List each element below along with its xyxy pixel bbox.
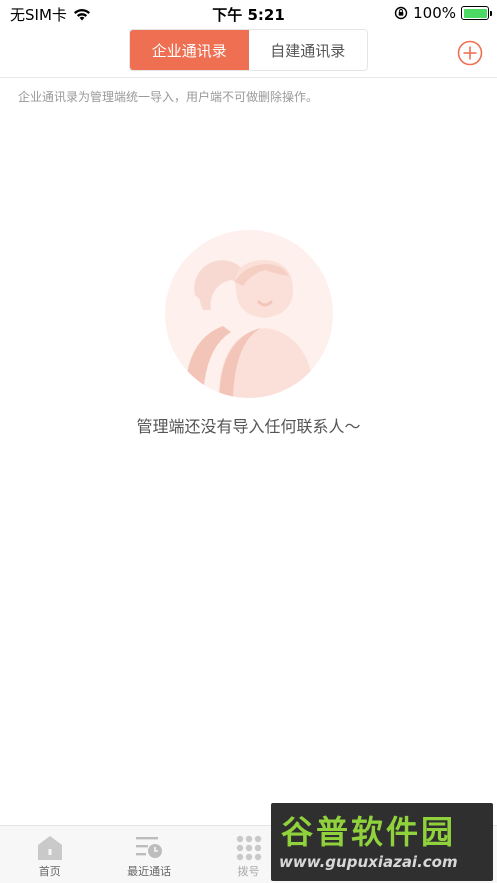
tab-personal-contacts[interactable]: 自建通讯录	[248, 30, 367, 70]
watermark-title: 谷普软件园	[281, 813, 457, 851]
contacts-empty-icon	[165, 230, 333, 398]
battery-icon	[461, 6, 492, 20]
header: 企业通讯录 自建通讯录	[0, 26, 497, 78]
battery-percent: 100%	[413, 4, 456, 22]
notice-text: 企业通讯录为管理端统一导入，用户端不可做删除操作。	[18, 90, 319, 104]
tab-recent-calls-label: 最近通话	[127, 865, 172, 878]
battery-fill	[463, 8, 487, 18]
tab-home[interactable]: 首页	[0, 826, 99, 883]
empty-state-message: 管理端还没有导入任何联系人～	[136, 417, 361, 436]
tab-home-label: 首页	[38, 865, 61, 878]
watermark-url: www.gupuxiazai.com	[279, 853, 458, 871]
contacts-segmented-control: 企业通讯录 自建通讯录	[129, 29, 368, 71]
tab-recent-calls[interactable]: 最近通话	[99, 826, 198, 883]
site-watermark: 谷普软件园 www.gupuxiazai.com	[271, 803, 493, 881]
home-icon	[37, 836, 62, 860]
status-bar: 无SIM卡 下午 5:21 100%	[0, 0, 497, 26]
tab-enterprise-contacts[interactable]: 企业通讯录	[130, 30, 249, 70]
tab-dialpad-label: 拨号	[237, 865, 260, 878]
recent-calls-icon	[136, 837, 163, 858]
plus-circle-icon[interactable]	[457, 40, 483, 66]
dialpad-icon	[236, 835, 261, 861]
status-right: 100%	[394, 4, 492, 22]
orientation-lock-icon	[394, 6, 408, 20]
